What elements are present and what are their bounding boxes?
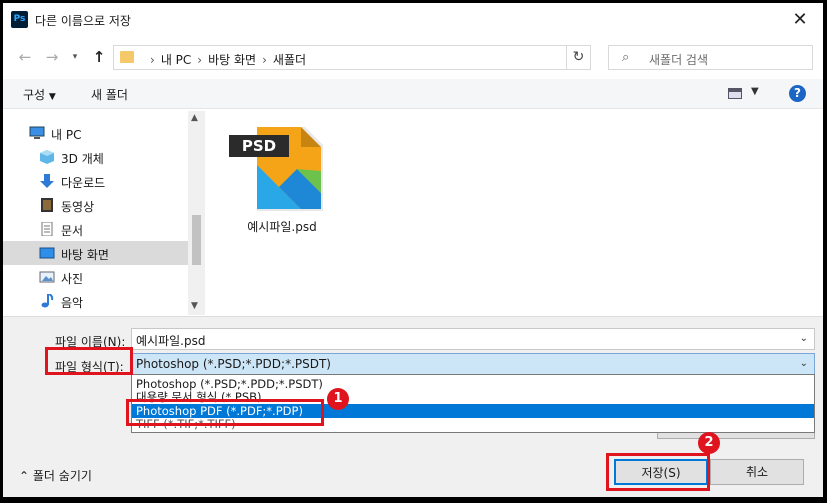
music-icon [41, 294, 54, 308]
nav-label: 3D 개체 [61, 152, 104, 166]
navigation-pane: 내 PC 3D 개체 다운로드 동영상 문서 바탕 화면 사진 음악 ▲ ▼ [3, 111, 205, 315]
scroll-down-icon[interactable]: ▼ [191, 301, 198, 311]
document-icon [41, 222, 53, 236]
nav-item-pictures[interactable]: 사진 [3, 265, 188, 289]
nav-label: 다운로드 [61, 176, 106, 190]
psd-badge: PSD [229, 135, 289, 157]
navpane-scrollbar[interactable]: ▲ ▼ [188, 111, 205, 315]
breadcrumb-separator-icon: › [150, 53, 155, 67]
3d-objects-icon [40, 150, 54, 164]
download-icon [40, 174, 54, 188]
filename-input[interactable]: 예시파일.psd ⌄ [131, 328, 815, 350]
save-as-dialog: Ps 다른 이름으로 저장 ✕ ← → ▾ ↑ › 내 PC › 바탕 화면 › 새폴더 … [3, 3, 823, 497]
search-input[interactable]: ⌕ 새폴더 검색 [608, 45, 813, 70]
callout-save-button [606, 453, 710, 491]
search-icon: ⌕ [622, 50, 630, 65]
arrow-left-icon: ← [18, 48, 32, 66]
pc-icon [29, 126, 45, 139]
filename-value: 예시파일.psd [136, 334, 206, 348]
filetype-select[interactable]: Photoshop (*.PSD;*.PDD;*.PSDT) ⌄ [131, 353, 815, 375]
nav-label: 사진 [61, 272, 84, 286]
dialog-title: 다른 이름으로 저장 [35, 14, 131, 28]
forward-button[interactable]: → [40, 41, 64, 73]
callout-badge-2: 2 [698, 432, 720, 454]
command-toolbar: 구성 ▼ 새 폴더 ▼ ? [3, 79, 823, 109]
address-row: ← → ▾ ↑ ›내 PC›바탕 화면›새폴더 ⌄ ↻ ⌕ 새폴더 검색 [3, 41, 823, 73]
filetype-value: Photoshop (*.PSD;*.PDD;*.PSDT) [136, 357, 331, 371]
refresh-button[interactable]: ↻ [566, 45, 591, 70]
address-bar[interactable]: ›내 PC›바탕 화면›새폴더 ⌄ [113, 45, 673, 70]
breadcrumb-desktop[interactable]: 바탕 화면 [208, 53, 256, 67]
title-bar: Ps 다른 이름으로 저장 ✕ [3, 3, 823, 36]
nav-item-desktop[interactable]: 바탕 화면 [3, 241, 188, 265]
pictures-icon [39, 271, 55, 283]
arrow-up-icon: ↑ [92, 48, 106, 66]
organize-label: 구성 [23, 88, 46, 102]
hide-folders-label: 폴더 숨기기 [32, 469, 92, 483]
nav-item-videos[interactable]: 동영상 [3, 193, 188, 217]
folder-icon [120, 51, 134, 63]
photoshop-app-icon: Ps [11, 11, 28, 28]
chevron-down-icon[interactable]: ⌄ [800, 333, 808, 344]
breadcrumb-separator-icon: › [197, 53, 203, 67]
nav-item-documents[interactable]: 문서 [3, 217, 188, 241]
file-item[interactable]: PSD 예시파일.psd [227, 121, 337, 237]
close-icon: ✕ [792, 9, 808, 30]
chevron-up-icon: ⌃ [19, 469, 30, 483]
file-list: PSD 예시파일.psd [207, 111, 823, 315]
scrollbar-thumb[interactable] [192, 215, 201, 265]
video-icon [41, 198, 53, 212]
close-button[interactable]: ✕ [777, 3, 823, 36]
desktop-icon [39, 247, 55, 259]
scroll-up-icon[interactable]: ▲ [191, 113, 198, 123]
callout-pdf-option [126, 399, 324, 426]
breadcrumb-new-folder[interactable]: 새폴더 [273, 53, 306, 67]
filetype-option-psd[interactable]: Photoshop (*.PSD;*.PDD;*.PSDT) [132, 377, 814, 391]
nav-label: 내 PC [51, 128, 82, 142]
nav-item-downloads[interactable]: 다운로드 [3, 169, 188, 193]
callout-filetype-label [45, 347, 133, 375]
nav-item-3d-objects[interactable]: 3D 개체 [3, 145, 188, 169]
search-placeholder: 새폴더 검색 [649, 53, 709, 67]
refresh-icon: ↻ [572, 49, 585, 65]
view-options-chevron-icon[interactable]: ▼ [751, 86, 759, 97]
recent-locations-button[interactable]: ▾ [63, 41, 87, 73]
up-button[interactable]: ↑ [87, 41, 111, 73]
help-icon[interactable]: ? [789, 85, 806, 102]
callout-badge-1: 1 [327, 388, 349, 410]
nav-item-music[interactable]: 음악 [3, 289, 188, 313]
nav-label: 동영상 [61, 200, 95, 214]
chevron-down-icon: ▼ [48, 92, 56, 102]
nav-label: 바탕 화면 [61, 248, 109, 262]
chevron-down-icon[interactable]: ⌄ [800, 358, 808, 369]
file-name: 예시파일.psd [247, 220, 317, 234]
new-folder-button[interactable]: 새 폴더 [91, 86, 128, 103]
hide-folders-toggle[interactable]: ⌃ 폴더 숨기기 [19, 467, 92, 484]
nav-label: 음악 [61, 296, 84, 310]
nav-label: 문서 [61, 224, 84, 238]
breadcrumb-my-pc[interactable]: 내 PC [161, 53, 191, 67]
chevron-down-icon: ▾ [72, 52, 78, 62]
organize-menu[interactable]: 구성 ▼ [23, 86, 56, 103]
back-button[interactable]: ← [13, 41, 37, 73]
breadcrumb-separator-icon: › [262, 53, 267, 67]
arrow-right-icon: → [45, 48, 59, 66]
nav-item-my-pc[interactable]: 내 PC [3, 121, 188, 145]
breadcrumb: › 내 PC › 바탕 화면 › 새폴더 [144, 51, 306, 68]
view-mode-icon[interactable] [728, 88, 742, 99]
cancel-button[interactable]: 취소 [710, 459, 804, 485]
